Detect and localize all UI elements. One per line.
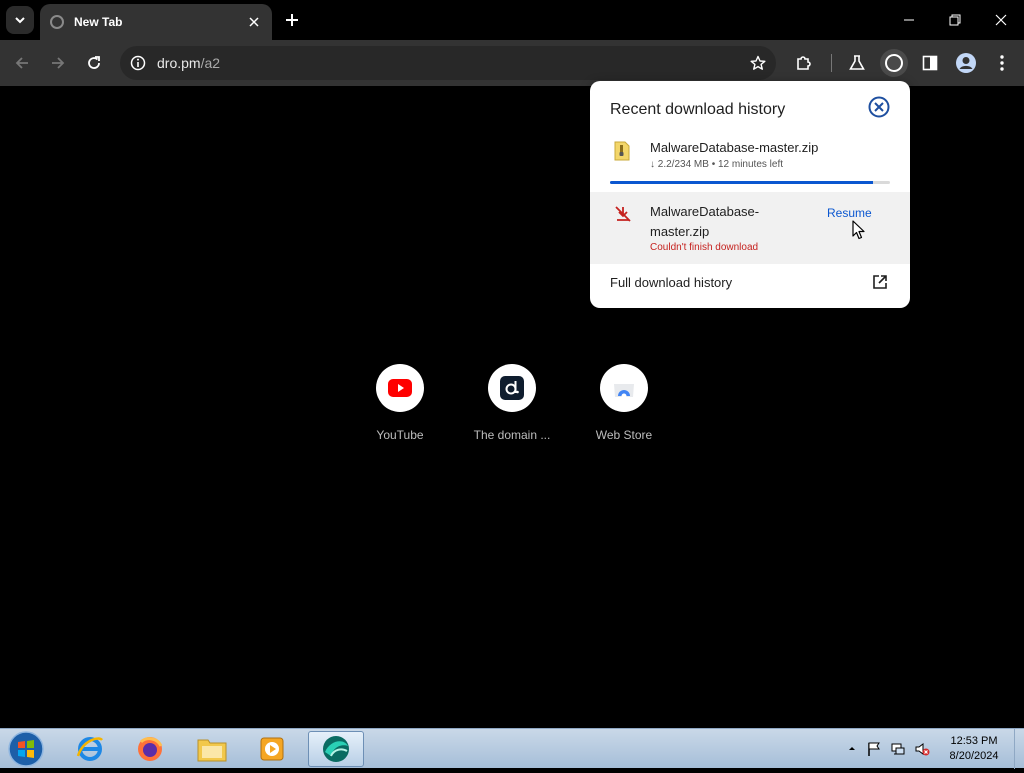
download-failed-icon bbox=[615, 206, 631, 222]
bookmark-button[interactable] bbox=[748, 53, 768, 73]
close-window-button[interactable] bbox=[987, 6, 1015, 34]
forward-button[interactable] bbox=[44, 49, 72, 77]
tab-strip: New Tab bbox=[0, 0, 1024, 40]
taskbar: 12:53 PM 8/20/2024 bbox=[0, 728, 1024, 769]
shortcut-label: The domain ... bbox=[473, 428, 551, 442]
youtube-icon bbox=[376, 364, 424, 412]
shortcut-label: YouTube bbox=[376, 428, 424, 442]
url-text: dro.pm/a2 bbox=[157, 55, 220, 71]
download-error-text: Couldn't finish download bbox=[650, 242, 759, 253]
minimize-icon bbox=[904, 19, 914, 21]
shortcut-youtube[interactable]: YouTube bbox=[352, 364, 448, 442]
resume-button[interactable]: Resume bbox=[827, 206, 872, 220]
download-progress-icon bbox=[885, 54, 903, 72]
taskbar-explorer[interactable] bbox=[184, 731, 240, 767]
arrow-right-icon bbox=[52, 57, 65, 69]
back-button[interactable] bbox=[8, 49, 36, 77]
web-store-icon bbox=[600, 364, 648, 412]
url-domain: dro.pm bbox=[157, 55, 201, 71]
address-bar[interactable]: dro.pm/a2 bbox=[120, 46, 776, 80]
mouse-cursor-icon bbox=[852, 220, 865, 240]
download-status: ↓ 2.2/234 MB • 12 minutes left bbox=[650, 159, 784, 170]
globe-icon bbox=[50, 15, 64, 29]
chevron-down-icon bbox=[15, 17, 25, 24]
browser-app-icon bbox=[323, 736, 349, 762]
minimize-button[interactable] bbox=[895, 6, 923, 34]
domain-site-icon bbox=[488, 364, 536, 412]
taskbar-internet-explorer[interactable] bbox=[62, 731, 118, 767]
chevron-up-icon bbox=[849, 747, 855, 750]
network-icon[interactable] bbox=[890, 741, 906, 757]
toolbar-separator bbox=[831, 54, 832, 72]
full-download-history-link[interactable]: Full download history bbox=[610, 275, 732, 290]
restore-button[interactable] bbox=[941, 6, 969, 34]
volume-muted-icon[interactable] bbox=[914, 741, 930, 757]
download-item-failed[interactable]: MalwareDatabase-master.zip Couldn't fini… bbox=[590, 192, 910, 264]
browser-window: New Tab dro.pm/a2 YouTube The domain ...… bbox=[0, 0, 1024, 728]
shortcut-domain[interactable]: The domain ... bbox=[464, 364, 560, 442]
info-icon bbox=[130, 55, 146, 71]
close-icon bbox=[995, 14, 1007, 26]
plus-icon bbox=[286, 14, 298, 26]
tab-search-button[interactable] bbox=[6, 6, 34, 34]
system-clock[interactable]: 12:53 PM 8/20/2024 bbox=[936, 734, 1012, 764]
zip-file-icon bbox=[614, 141, 630, 161]
avatar-icon bbox=[956, 53, 976, 73]
star-icon bbox=[750, 55, 766, 70]
more-vert-icon bbox=[1000, 55, 1004, 71]
download-bubble-title: Recent download history bbox=[610, 101, 786, 118]
clock-time: 12:53 PM bbox=[950, 735, 998, 747]
download-progress-bar bbox=[610, 181, 890, 184]
tab-close-button[interactable] bbox=[244, 12, 264, 32]
puzzle-icon bbox=[797, 56, 811, 70]
new-tab-button[interactable] bbox=[280, 8, 304, 32]
side-panel-button[interactable] bbox=[916, 49, 944, 77]
profile-button[interactable] bbox=[952, 49, 980, 77]
close-icon bbox=[249, 17, 259, 27]
show-desktop-button[interactable] bbox=[1014, 729, 1024, 769]
media-player-icon bbox=[260, 737, 284, 761]
site-info-button[interactable] bbox=[128, 53, 148, 73]
tab-title: New Tab bbox=[74, 15, 123, 29]
url-path: /a2 bbox=[200, 55, 221, 71]
labs-button[interactable] bbox=[843, 49, 871, 77]
clock-date: 8/20/2024 bbox=[949, 750, 999, 762]
shortcut-web-store[interactable]: Web Store bbox=[576, 364, 672, 442]
toolbar: dro.pm/a2 bbox=[0, 40, 1024, 86]
start-button[interactable] bbox=[6, 730, 46, 768]
side-panel-icon bbox=[922, 55, 938, 71]
downloads-button[interactable] bbox=[880, 49, 908, 77]
arrow-left-icon bbox=[15, 57, 28, 69]
folder-icon bbox=[197, 739, 227, 762]
shortcut-label: Web Store bbox=[595, 428, 653, 442]
open-in-new-icon[interactable] bbox=[872, 274, 888, 290]
download-progress-fill bbox=[610, 181, 874, 184]
reload-icon bbox=[88, 56, 100, 69]
close-bubble-button[interactable] bbox=[868, 96, 890, 118]
taskbar-media-player[interactable] bbox=[244, 731, 300, 767]
tab-new-tab[interactable]: New Tab bbox=[40, 4, 272, 40]
taskbar-browser[interactable] bbox=[308, 731, 364, 767]
taskbar-firefox[interactable] bbox=[122, 731, 178, 767]
internet-explorer-icon bbox=[76, 737, 103, 761]
flask-icon bbox=[849, 55, 865, 70]
close-circle-icon bbox=[868, 96, 890, 118]
download-filename: MalwareDatabase-master.zip bbox=[650, 204, 760, 239]
menu-button[interactable] bbox=[988, 49, 1016, 77]
extensions-button[interactable] bbox=[790, 49, 818, 77]
restore-icon bbox=[949, 14, 961, 26]
show-hidden-icons-button[interactable] bbox=[844, 741, 860, 757]
firefox-icon bbox=[138, 737, 163, 761]
reload-button[interactable] bbox=[80, 49, 108, 77]
windows-logo-icon bbox=[8, 731, 44, 767]
download-bubble: Recent download history MalwareDatabase-… bbox=[590, 81, 910, 308]
download-filename: MalwareDatabase-master.zip bbox=[650, 140, 819, 155]
action-center-icon[interactable] bbox=[866, 741, 882, 757]
